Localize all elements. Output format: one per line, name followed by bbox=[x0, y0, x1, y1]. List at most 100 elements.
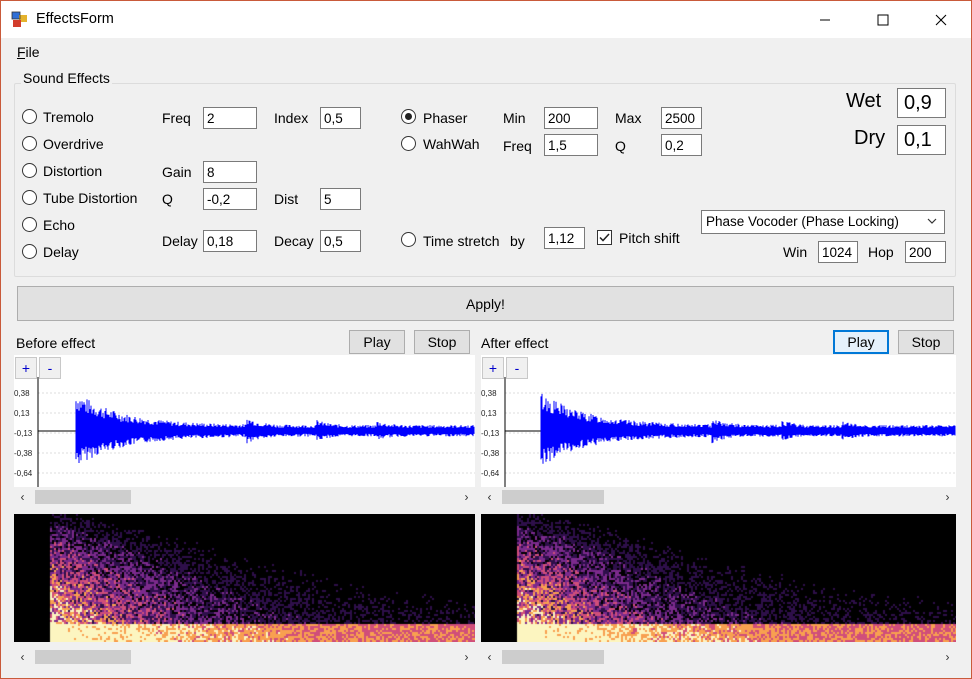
scroll-right-icon[interactable]: › bbox=[458, 488, 475, 505]
before-spectrogram-scrollbar[interactable]: ‹ › bbox=[14, 648, 475, 665]
group-title: Sound Effects bbox=[21, 70, 112, 86]
before-tick-4: -0,64 bbox=[14, 469, 33, 478]
stretch-by-label: by bbox=[510, 233, 525, 249]
radio-tremolo[interactable] bbox=[22, 109, 37, 124]
scroll-left-icon[interactable]: ‹ bbox=[481, 648, 498, 665]
scroll-right-icon[interactable]: › bbox=[458, 648, 475, 665]
before-zoom-out-button[interactable]: - bbox=[39, 357, 61, 379]
radio-overdrive[interactable] bbox=[22, 136, 37, 151]
effect-label-delay: Delay bbox=[43, 244, 79, 260]
scroll-thumb[interactable] bbox=[35, 490, 131, 504]
algorithm-value: Phase Vocoder (Phase Locking) bbox=[706, 214, 899, 229]
scroll-left-icon[interactable]: ‹ bbox=[14, 488, 31, 505]
effect-label-overdrive: Overdrive bbox=[43, 136, 104, 152]
before-stop-button[interactable]: Stop bbox=[414, 330, 470, 354]
phaser-label: Phaser bbox=[423, 110, 468, 126]
after-effect-title: After effect bbox=[481, 335, 549, 351]
minimize-icon bbox=[820, 19, 830, 20]
effect-label-echo: Echo bbox=[43, 217, 75, 233]
after-spectrogram bbox=[481, 514, 956, 642]
after-stop-button[interactable]: Stop bbox=[898, 330, 954, 354]
dry-input[interactable] bbox=[897, 125, 946, 155]
radio-delay[interactable] bbox=[22, 244, 37, 259]
effect-label-distortion: Distortion bbox=[43, 163, 103, 179]
tremolo-freq-input[interactable] bbox=[203, 107, 257, 129]
before-tick-3: -0,38 bbox=[14, 449, 33, 458]
delay-input[interactable] bbox=[203, 230, 257, 252]
stretch-by-input[interactable] bbox=[544, 227, 585, 249]
phaser-freq-input[interactable] bbox=[544, 134, 598, 156]
radio-tube-distortion[interactable] bbox=[22, 190, 37, 205]
after-tick-0: 0,38 bbox=[481, 389, 497, 398]
after-spectrogram-canvas bbox=[481, 514, 956, 642]
decay-label: Decay bbox=[274, 233, 314, 249]
after-play-button[interactable]: Play bbox=[833, 330, 889, 354]
scroll-thumb[interactable] bbox=[35, 650, 131, 664]
maximize-button[interactable] bbox=[854, 1, 912, 38]
scroll-right-icon[interactable]: › bbox=[939, 488, 956, 505]
gain-input[interactable] bbox=[203, 161, 257, 183]
phaser-q-label: Q bbox=[615, 138, 626, 154]
radio-phaser[interactable] bbox=[401, 109, 416, 124]
before-zoom-in-button[interactable]: + bbox=[15, 357, 37, 379]
phaser-q-input[interactable] bbox=[661, 134, 702, 156]
scroll-thumb[interactable] bbox=[502, 490, 604, 504]
close-button[interactable] bbox=[912, 1, 970, 38]
decay-input[interactable] bbox=[320, 230, 361, 252]
wahwah-label: WahWah bbox=[423, 136, 480, 152]
pitch-shift-label: Pitch shift bbox=[619, 230, 680, 246]
win-label: Win bbox=[783, 244, 808, 260]
hop-input[interactable] bbox=[905, 241, 946, 263]
menu-bar: File bbox=[1, 38, 971, 64]
effect-label-tube-distortion: Tube Distortion bbox=[43, 190, 138, 206]
apply-button[interactable]: Apply! bbox=[17, 286, 954, 321]
radio-distortion[interactable] bbox=[22, 163, 37, 178]
before-waveform bbox=[37, 377, 475, 487]
pitch-shift-checkbox[interactable] bbox=[597, 230, 612, 245]
minimize-button[interactable] bbox=[796, 1, 854, 38]
effect-label-tremolo: Tremolo bbox=[43, 109, 94, 125]
scroll-thumb[interactable] bbox=[502, 650, 604, 664]
phaser-min-input[interactable] bbox=[544, 107, 598, 129]
time-stretch-label: Time stretch bbox=[423, 233, 500, 249]
dry-label: Dry bbox=[854, 127, 886, 149]
maximize-icon bbox=[877, 14, 889, 25]
after-tick-2: -0,13 bbox=[481, 429, 500, 438]
after-tick-1: 0,13 bbox=[481, 409, 497, 418]
app-icon bbox=[11, 11, 27, 27]
radio-time-stretch[interactable] bbox=[401, 232, 416, 247]
algorithm-select[interactable]: Phase Vocoder (Phase Locking) bbox=[701, 210, 945, 234]
close-icon bbox=[935, 14, 947, 25]
radio-echo[interactable] bbox=[22, 217, 37, 232]
before-tick-2: -0,13 bbox=[14, 429, 33, 438]
win-input[interactable] bbox=[818, 241, 858, 263]
after-zoom-in-button[interactable]: + bbox=[482, 357, 504, 379]
after-tick-3: -0,38 bbox=[481, 449, 500, 458]
after-zoom-out-button[interactable]: - bbox=[506, 357, 528, 379]
title-bar: EffectsForm bbox=[1, 1, 971, 38]
tube-dist-input[interactable] bbox=[320, 188, 361, 210]
scroll-left-icon[interactable]: ‹ bbox=[14, 648, 31, 665]
after-waveform-panel[interactable]: + - 0,38 0,13 -0,13 -0,38 -0,64 bbox=[481, 355, 956, 487]
wet-input[interactable] bbox=[897, 88, 946, 118]
tube-q-label: Q bbox=[162, 191, 173, 207]
window-title: EffectsForm bbox=[36, 11, 114, 27]
before-waveform-scrollbar[interactable]: ‹ › bbox=[14, 488, 475, 505]
before-effect-title: Before effect bbox=[16, 335, 96, 351]
radio-wahwah[interactable] bbox=[401, 136, 416, 151]
gain-label: Gain bbox=[162, 164, 192, 180]
scroll-left-icon[interactable]: ‹ bbox=[481, 488, 498, 505]
tremolo-freq-label: Freq bbox=[162, 110, 191, 126]
before-waveform-panel[interactable]: + - 0,38 0,13 -0,13 -0,38 -0,64 bbox=[14, 355, 475, 487]
hop-label: Hop bbox=[868, 244, 894, 260]
after-waveform-scrollbar[interactable]: ‹ › bbox=[481, 488, 956, 505]
tremolo-index-input[interactable] bbox=[320, 107, 361, 129]
before-spectrogram-canvas bbox=[14, 514, 475, 642]
tube-q-input[interactable] bbox=[203, 188, 257, 210]
after-waveform bbox=[504, 377, 956, 487]
scroll-right-icon[interactable]: › bbox=[939, 648, 956, 665]
before-play-button[interactable]: Play bbox=[349, 330, 405, 354]
check-icon bbox=[599, 233, 610, 242]
after-spectrogram-scrollbar[interactable]: ‹ › bbox=[481, 648, 956, 665]
phaser-max-input[interactable] bbox=[661, 107, 702, 129]
